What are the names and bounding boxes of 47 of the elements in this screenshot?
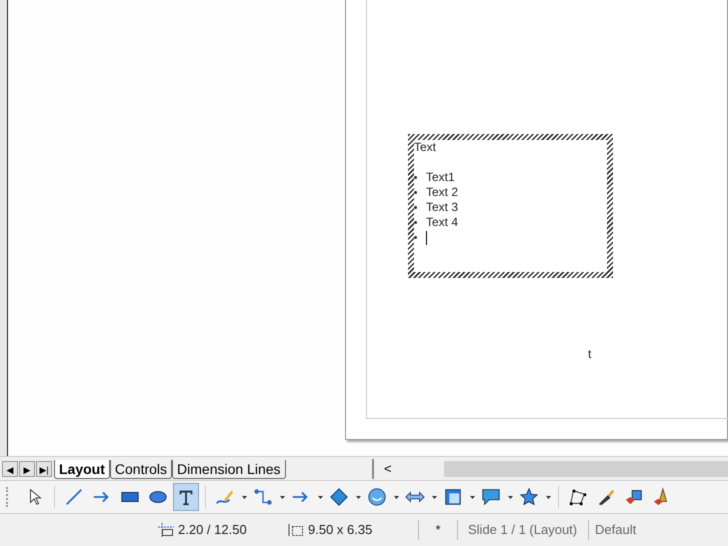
text-tool-button[interactable]	[173, 483, 199, 511]
sheet-tab[interactable]: Dimension Lines	[172, 460, 286, 478]
callout-icon	[481, 487, 501, 507]
scroll-left-button[interactable]: <	[384, 458, 444, 478]
size-icon	[288, 523, 304, 537]
bullet-item: Text 4	[426, 215, 458, 230]
text-frame-title: Text	[414, 140, 438, 155]
caret-icon	[394, 496, 398, 498]
caret-icon	[318, 496, 322, 498]
tab-nav-button[interactable]: ▶|	[36, 460, 52, 476]
line-icon	[64, 487, 84, 507]
bullet-icon	[414, 206, 417, 209]
position-readout: 2.20 / 12.50	[178, 521, 248, 540]
caret-icon	[280, 496, 284, 498]
star-icon	[519, 487, 539, 507]
size-readout: 9.50 x 6.35	[308, 521, 374, 540]
caret-icon	[242, 496, 246, 498]
sheet-tab[interactable]: Controls	[110, 460, 172, 478]
connector-icon	[253, 487, 273, 507]
bullet-icon	[414, 221, 417, 224]
bullet-icon	[414, 236, 417, 239]
sheet-tab[interactable]: Layout	[54, 460, 110, 478]
bullet-item: Text1	[426, 170, 455, 185]
modified-indicator: *	[418, 520, 458, 540]
bullet-icon	[414, 176, 417, 179]
smiley-icon	[367, 487, 387, 507]
tab-nav-button[interactable]: ▶	[19, 460, 35, 476]
master-page-name: Default	[588, 520, 636, 540]
diamond-icon	[329, 487, 349, 507]
position-icon	[158, 523, 174, 537]
flowchart-icon	[443, 487, 463, 507]
caret-icon	[356, 496, 360, 498]
tab-nav-button[interactable]: ◀	[2, 460, 18, 476]
bullet-item: Text 3	[426, 200, 458, 215]
caret-icon	[432, 496, 436, 498]
bullet-icon	[414, 191, 417, 194]
brush-icon	[596, 487, 616, 507]
slide-indicator: Slide 1 / 1 (Layout)	[468, 521, 578, 540]
points-icon	[568, 487, 588, 507]
text-frame[interactable]: Text Text1 Text 2 Text 3 Text 4	[408, 134, 613, 278]
caret-icon	[508, 496, 512, 498]
bullet-item: Text 2	[426, 185, 458, 200]
caret-icon	[546, 496, 550, 498]
horizontal-scrollbar[interactable]	[444, 460, 728, 476]
text-object: t	[588, 346, 592, 363]
caret-icon	[470, 496, 474, 498]
cubes-icon	[624, 487, 644, 507]
